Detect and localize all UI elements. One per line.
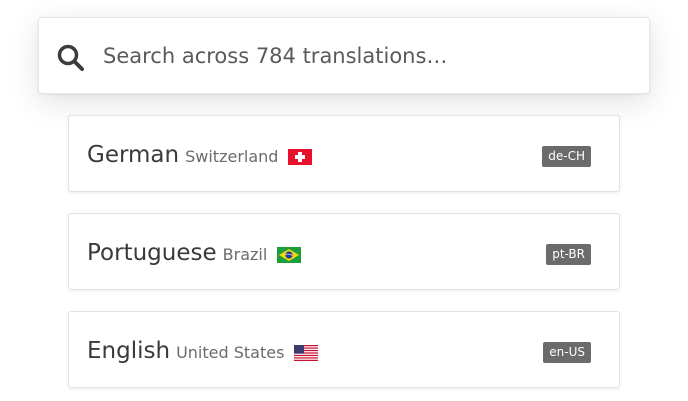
locale-code-badge: en-US [543, 342, 591, 363]
result-title: English United States [87, 337, 319, 367]
translation-search-widget: German Switzerland de-CH Portuguese Braz… [0, 0, 688, 401]
result-item-en-us[interactable]: English United States en-US [68, 311, 620, 388]
language-name: German [87, 142, 180, 168]
search-icon [57, 44, 84, 71]
result-title: German Switzerland [87, 141, 313, 171]
region-name: United States [176, 343, 285, 362]
region-name: Brazil [222, 245, 268, 264]
region-name: Switzerland [185, 147, 279, 166]
result-item-de-ch[interactable]: German Switzerland de-CH [68, 115, 620, 192]
search-box[interactable] [38, 17, 650, 94]
flag-us-icon [294, 345, 319, 361]
result-item-pt-br[interactable]: Portuguese Brazil pt-BR [68, 213, 620, 290]
language-name: Portuguese [87, 240, 217, 266]
search-input[interactable] [103, 38, 623, 74]
flag-br-icon [277, 247, 302, 263]
result-title: Portuguese Brazil [87, 239, 302, 269]
language-name: English [87, 338, 171, 364]
flag-ch-icon [288, 149, 313, 165]
locale-code-badge: de-CH [542, 146, 591, 167]
locale-code-badge: pt-BR [546, 244, 591, 265]
